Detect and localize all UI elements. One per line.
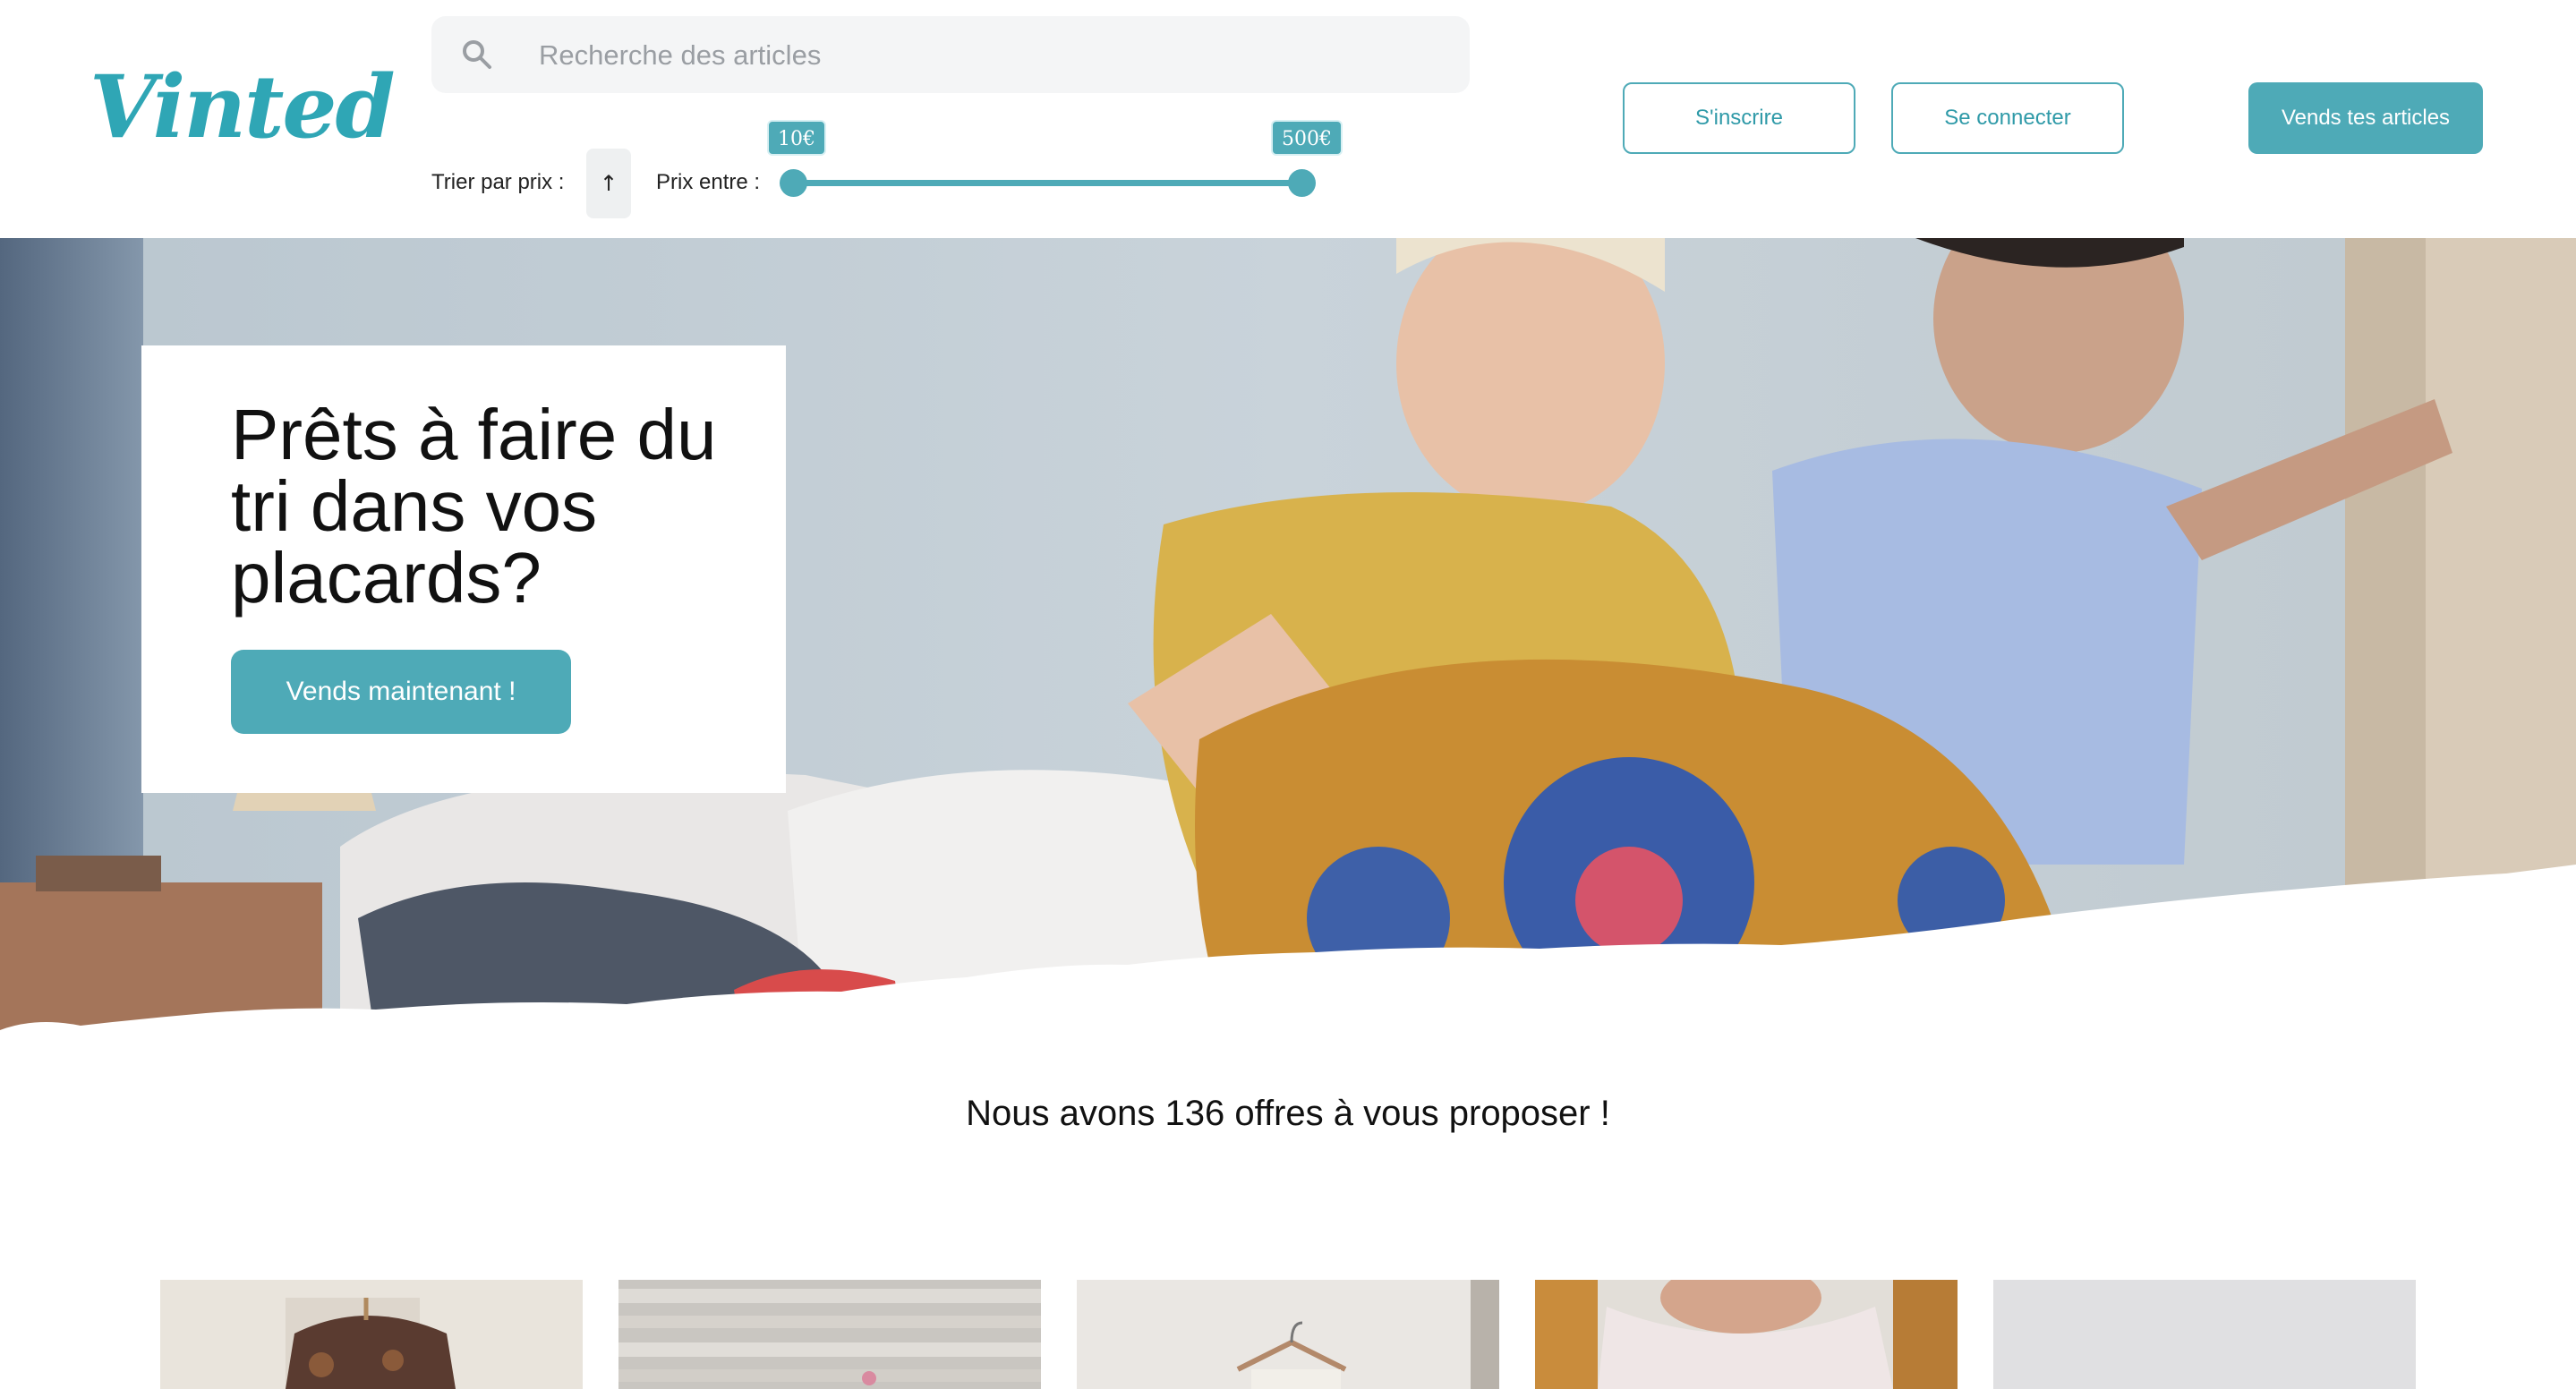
offer-image xyxy=(618,1280,1041,1389)
hero-card: Prêts à faire du tri dans vos placards? … xyxy=(141,345,786,793)
offer-image xyxy=(1535,1280,1958,1389)
sell-items-button[interactable]: Vends tes articles xyxy=(2248,82,2483,154)
search-bar[interactable] xyxy=(431,16,1470,95)
price-slider-track[interactable] xyxy=(793,180,1301,186)
hero-title: Prêts à faire du tri dans vos placards? xyxy=(231,395,717,618)
hero-banner: Prêts à faire du tri dans vos placards? … xyxy=(0,238,2576,1044)
offers-grid xyxy=(0,1280,2576,1389)
login-button[interactable]: Se connecter xyxy=(1891,82,2124,154)
price-max-tooltip: 500€ xyxy=(1271,120,1343,156)
offer-image xyxy=(1993,1280,2416,1389)
offer-card[interactable] xyxy=(1077,1280,1499,1389)
sort-direction-button[interactable]: ↑ xyxy=(586,149,631,218)
search-input[interactable] xyxy=(537,16,1454,95)
price-range-label: Prix entre : xyxy=(656,170,761,194)
price-min-handle[interactable] xyxy=(780,169,807,197)
price-min-tooltip: 10€ xyxy=(767,120,826,156)
site-header: Vinted Trier par prix : ↑ Prix entre : 1… xyxy=(0,0,2576,238)
sort-by-price-label: Trier par prix : xyxy=(431,170,565,194)
search-icon xyxy=(460,38,494,72)
sell-now-button[interactable]: Vends maintenant ! xyxy=(231,650,571,734)
offers-count-text: Nous avons 136 offres à vous proposer ! xyxy=(966,1094,1610,1133)
price-max-handle[interactable] xyxy=(1288,169,1316,197)
offer-image xyxy=(1077,1280,1499,1389)
vinted-logo[interactable]: Vinted xyxy=(90,64,396,150)
offer-card[interactable] xyxy=(1535,1280,1958,1389)
signup-button[interactable]: S'inscrire xyxy=(1623,82,1855,154)
offer-card[interactable] xyxy=(618,1280,1041,1389)
arrow-up-icon: ↑ xyxy=(599,171,618,196)
offer-card[interactable] xyxy=(1993,1280,2416,1389)
offer-image xyxy=(160,1280,583,1389)
offer-card[interactable] xyxy=(160,1280,583,1389)
